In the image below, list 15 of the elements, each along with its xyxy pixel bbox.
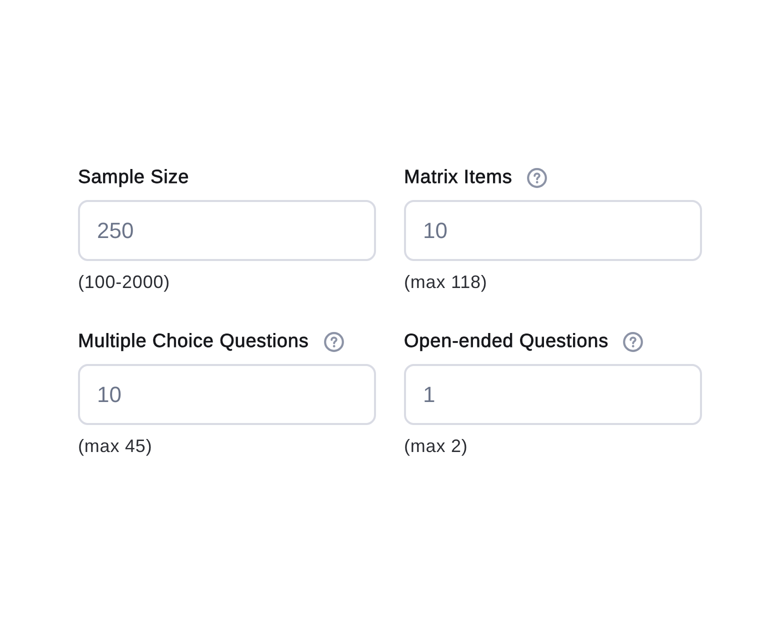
help-icon[interactable] xyxy=(527,168,548,188)
range-hint: (max 2) xyxy=(404,435,468,458)
help-icon[interactable] xyxy=(623,332,644,352)
field-label: Multiple Choice Questions xyxy=(78,331,309,353)
input-field[interactable]: 250 xyxy=(78,200,376,261)
input-field[interactable]: 1 xyxy=(404,364,702,425)
field-label: Open-ended Questions xyxy=(404,331,608,353)
field-label: Matrix Items xyxy=(404,167,512,189)
range-hint: (max 118) xyxy=(404,271,488,294)
field-label: Sample Size xyxy=(78,167,190,189)
range-hint: (100-2000) xyxy=(78,271,170,294)
help-icon[interactable] xyxy=(324,332,344,352)
input-field[interactable]: 10 xyxy=(78,364,376,425)
range-hint: (max 45) xyxy=(78,435,152,458)
input-field[interactable]: 10 xyxy=(404,200,702,261)
